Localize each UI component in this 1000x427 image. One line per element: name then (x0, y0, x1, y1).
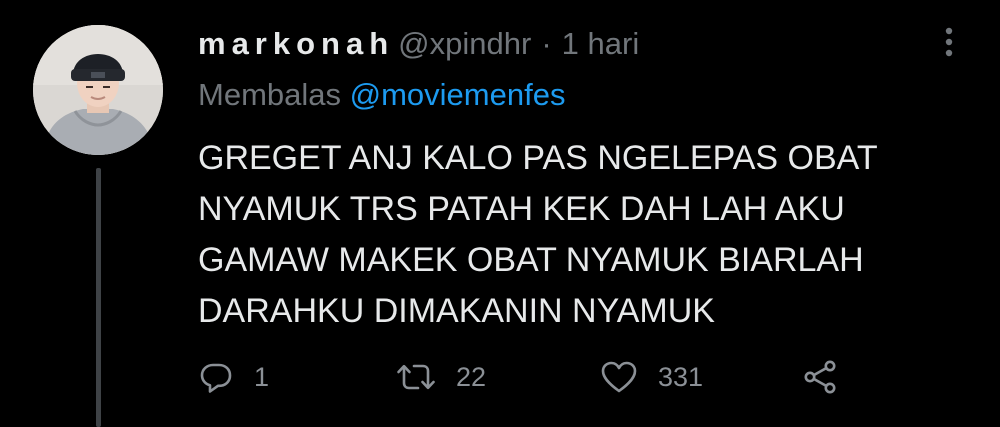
display-name[interactable]: markonah (198, 26, 394, 62)
reply-button[interactable]: 1 (198, 352, 269, 402)
tweet-text-line: GREGET ANJ KALO PAS NGELEPAS OBAT (198, 139, 878, 177)
action-bar: 1 22 331 (198, 352, 958, 402)
avatar[interactable] (33, 25, 163, 155)
timestamp[interactable]: 1 hari (562, 26, 640, 62)
tweet-header: markonah @xpindhr · 1 hari (198, 22, 639, 66)
replying-to-label: Membalas (198, 77, 341, 112)
tweet-text-line: NYAMUK TRS PATAH KEK DAH LAH AKU (198, 190, 845, 228)
more-options-button[interactable] (934, 22, 964, 62)
share-icon (804, 360, 836, 394)
retweet-icon (397, 364, 435, 390)
avatar-image (33, 25, 163, 155)
like-button[interactable]: 331 (600, 352, 703, 402)
separator-dot: · (541, 26, 552, 61)
tweet-text-line: DARAHKU DIMAKANIN NYAMUK (198, 292, 715, 330)
thread-line (96, 168, 101, 427)
mention-link[interactable]: @moviemenfes (350, 77, 566, 112)
tweet-text-line: GAMAW MAKEK OBAT NYAMUK BIARLAH (198, 241, 864, 279)
tweet-text: GREGET ANJ KALO PAS NGELEPAS OBAT NYAMUK… (198, 133, 958, 337)
user-handle[interactable]: @xpindhr (398, 26, 531, 62)
reply-icon (200, 363, 232, 393)
replying-to: Membalas @moviemenfes (198, 77, 565, 113)
like-count: 331 (658, 361, 704, 392)
more-vertical-icon (945, 27, 953, 57)
retweet-count: 22 (456, 361, 487, 392)
heart-icon (601, 361, 637, 393)
retweet-button[interactable]: 22 (396, 352, 486, 402)
reply-count: 1 (254, 361, 270, 392)
tweet: markonah @xpindhr · 1 hari Membalas @mov… (0, 0, 1000, 427)
share-button[interactable] (802, 352, 838, 402)
